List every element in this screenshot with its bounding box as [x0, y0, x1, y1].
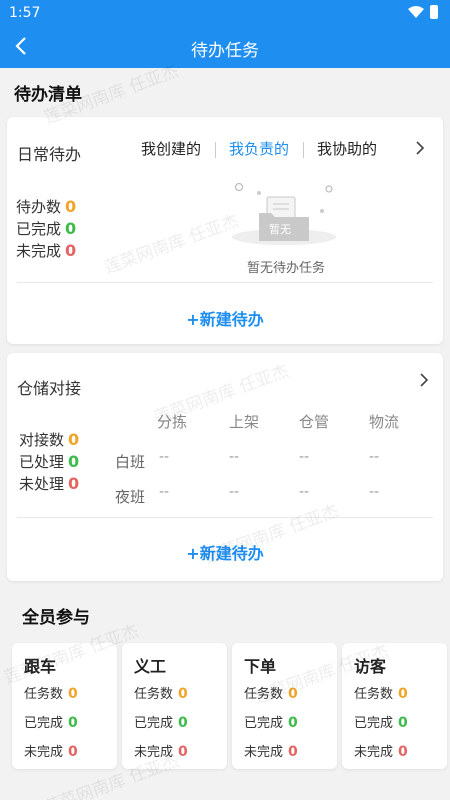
stat-value: 0 — [65, 241, 77, 260]
battery-icon — [430, 5, 438, 19]
stat-value: 0 — [65, 197, 77, 216]
section-title-all-staff: 全员参与 — [22, 608, 90, 628]
card-title: 下单 — [244, 657, 277, 676]
table-cell: -- — [299, 449, 310, 465]
stat-completed: 已完成 0 — [16, 218, 76, 239]
table-cell: -- — [229, 484, 240, 500]
mini-stat: 已完成 0 — [354, 715, 408, 731]
daily-todo-card: 日常待办 我创建的 我负责的 我协助的 待办数 0 已完成 0 未完成 0 暂无 暂无… — [7, 117, 443, 344]
stat-value: 0 — [68, 474, 80, 493]
warehouse-card: 仓储对接 分拣 上架 仓管 物流 对接数 0 已处理 0 未处理 0 白班 -- --… — [7, 353, 443, 581]
daily-todo-title: 日常待办 — [17, 145, 82, 164]
mini-stat: 任务数 0 — [24, 686, 78, 702]
row-header-night-shift: 夜班 — [115, 488, 146, 506]
tab-responsible[interactable]: 我负责的 — [229, 138, 289, 159]
stat-label: 已完成 — [16, 220, 62, 238]
table-cell: -- — [159, 484, 170, 500]
stat-value: 0 — [65, 219, 77, 238]
mini-stat: 未完成 0 — [24, 744, 78, 760]
tab-divider — [303, 142, 304, 158]
column-header: 物流 — [369, 413, 400, 431]
warehouse-title: 仓储对接 — [17, 379, 82, 398]
column-header: 仓管 — [299, 413, 330, 431]
tab-assisting[interactable]: 我协助的 — [317, 138, 377, 159]
column-header: 分拣 — [157, 413, 188, 431]
row-header-day-shift: 白班 — [115, 453, 146, 471]
empty-folder-icon — [232, 182, 336, 245]
card-order[interactable]: 下单 任务数 0 已完成 0 未完成 0 — [232, 643, 337, 769]
mini-stat: 未完成 0 — [354, 744, 408, 760]
mini-stat: 任务数 0 — [134, 686, 188, 702]
mini-stat: 未完成 0 — [244, 744, 298, 760]
card-follow-truck[interactable]: 跟车 任务数 0 已完成 0 未完成 0 — [12, 643, 117, 769]
stat-docking: 对接数 0 — [19, 429, 79, 450]
table-cell: -- — [159, 449, 170, 465]
wifi-icon — [408, 6, 424, 18]
chevron-right-icon[interactable] — [413, 141, 427, 155]
stat-processed: 已处理 0 — [19, 451, 79, 472]
new-todo-button[interactable]: +新建待办 — [7, 306, 443, 330]
table-cell: -- — [369, 484, 380, 500]
page-title: 待办任务 — [191, 41, 259, 61]
stat-value: 0 — [68, 452, 80, 471]
column-header: 上架 — [229, 413, 260, 431]
stat-pending: 待办数 0 — [16, 196, 76, 217]
stat-value: 0 — [68, 430, 80, 449]
card-volunteer[interactable]: 义工 任务数 0 已完成 0 未完成 0 — [122, 643, 227, 769]
card-visitor[interactable]: 访客 任务数 0 已完成 0 未完成 0 — [342, 643, 447, 769]
status-bar: 1:57 — [0, 0, 450, 26]
tab-divider — [215, 142, 216, 158]
table-cell: -- — [299, 484, 310, 500]
stat-label: 未完成 — [16, 242, 62, 260]
app-header: 待办任务 — [0, 26, 450, 68]
mini-stat: 已完成 0 — [244, 715, 298, 731]
stat-incomplete: 未完成 0 — [16, 240, 76, 261]
new-todo-button[interactable]: +新建待办 — [7, 540, 443, 564]
mini-stat: 已完成 0 — [134, 715, 188, 731]
empty-badge: 暂无 — [269, 223, 291, 236]
stat-unprocessed: 未处理 0 — [19, 473, 79, 494]
tab-created-by-me[interactable]: 我创建的 — [141, 138, 201, 159]
mini-stat: 未完成 0 — [134, 744, 188, 760]
mini-stat: 任务数 0 — [354, 686, 408, 702]
mini-stat: 已完成 0 — [24, 715, 78, 731]
chevron-right-icon[interactable] — [417, 373, 431, 387]
card-title: 访客 — [354, 657, 387, 676]
stat-label: 待办数 — [16, 198, 62, 216]
card-title: 义工 — [134, 657, 167, 676]
status-time: 1:57 — [9, 5, 41, 21]
card-title: 跟车 — [24, 657, 57, 676]
stat-label: 对接数 — [19, 431, 65, 449]
section-title-todo: 待办清单 — [14, 85, 82, 105]
stat-label: 未处理 — [19, 475, 65, 493]
table-cell: -- — [229, 449, 240, 465]
divider — [17, 517, 433, 518]
stat-label: 已处理 — [19, 453, 65, 471]
mini-stat: 任务数 0 — [244, 686, 298, 702]
empty-state-text: 暂无待办任务 — [247, 261, 326, 276]
table-cell: -- — [369, 449, 380, 465]
divider — [17, 282, 433, 283]
